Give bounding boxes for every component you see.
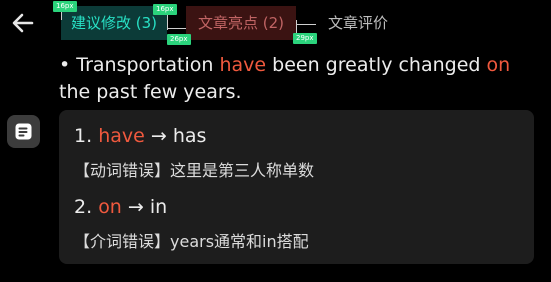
tab-article-highlights[interactable]: 文章亮点 (2) [186,6,296,40]
error-word[interactable]: have [220,54,267,76]
tab-suggested-edits[interactable]: 建议修改 (3) [61,6,167,40]
sentence-text: the past few years. [59,81,242,103]
bullet: • [59,54,71,76]
measure-guide [296,20,297,34]
correction-number: 2. [74,196,93,218]
back-arrow-icon[interactable] [10,11,36,35]
wrong-word: have [98,125,145,147]
correction-explanation: 【介词错误】years通常和in搭配 [74,232,309,251]
measure-label: 16px [53,1,77,12]
sentence-text: Transportation [70,54,220,76]
wrong-word: on [98,196,122,218]
correct-word: in [149,196,168,218]
measure-label: 29px [293,33,317,44]
arrow: → [127,196,144,218]
measure-guide [168,28,186,29]
correct-word: has [172,125,207,147]
correction-heading: 1. have → has [74,125,206,147]
measure-label: 16px [153,4,177,15]
measure-label: 26px [167,34,191,45]
original-sentence: • Transportation have been greatly chang… [59,52,539,106]
error-word[interactable]: on [487,54,511,76]
arrow: → [150,125,167,147]
correction-number: 1. [74,125,93,147]
corrections-card: 1. have → has 【动词错误】这里是第三人称单数 2. on → in… [59,110,534,264]
tab-article-review[interactable]: 文章评价 [318,6,398,40]
document-icon[interactable] [7,115,40,148]
sentence-text: been greatly changed [266,54,487,76]
correction-heading: 2. on → in [74,196,167,218]
measure-guide [296,24,316,25]
correction-explanation: 【动词错误】这里是第三人称单数 [74,161,315,180]
